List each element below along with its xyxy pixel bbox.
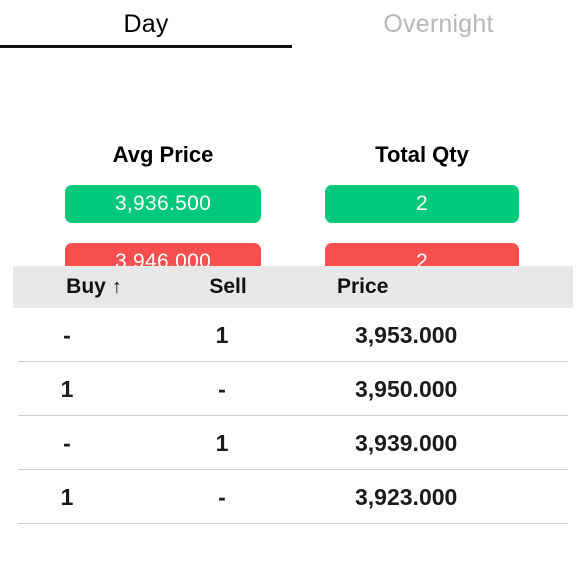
summary-header-avg-price: Avg Price: [112, 142, 214, 167]
tab-overnight[interactable]: Overnight: [292, 0, 585, 48]
column-header-sell[interactable]: Sell: [163, 266, 293, 308]
cell-buy: -: [63, 430, 71, 456]
row-divider: [18, 523, 568, 524]
summary-header-total-qty: Total Qty: [375, 142, 469, 167]
cell-price: 3,923.000: [355, 484, 458, 510]
cell-buy: -: [63, 322, 71, 348]
table-row[interactable]: - 1 3,953.000: [0, 308, 585, 362]
cell-sell: -: [218, 484, 226, 510]
cell-sell: -: [218, 376, 226, 402]
cell-buy: 1: [60, 376, 74, 402]
table-row[interactable]: 1 - 3,923.000: [0, 470, 585, 524]
column-header-buy[interactable]: Buy ↑: [39, 266, 149, 308]
column-header-buy-label: Buy: [66, 275, 106, 298]
buy-total-qty-pill: 2: [325, 185, 519, 223]
sort-ascending-icon: ↑: [111, 276, 122, 298]
table-row[interactable]: 1 - 3,950.000: [0, 362, 585, 416]
table-body: - 1 3,953.000 1 - 3,950.000 - 1 3,939.00…: [0, 308, 585, 524]
cell-price: 3,953.000: [355, 322, 458, 348]
summary-section: Avg Price Total Qty 3,936.500 2 3,946.00…: [0, 48, 585, 294]
tab-bar: Day Overnight: [0, 0, 585, 48]
cell-sell: 1: [215, 322, 229, 348]
table-header-row: Buy ↑ Sell Price: [13, 266, 573, 308]
buy-avg-price-pill: 3,936.500: [65, 185, 261, 223]
column-header-price[interactable]: Price: [337, 266, 497, 308]
cell-buy: 1: [60, 484, 74, 510]
table-row[interactable]: - 1 3,939.000: [0, 416, 585, 470]
cell-price: 3,939.000: [355, 430, 458, 456]
cell-sell: 1: [215, 430, 229, 456]
cell-price: 3,950.000: [355, 376, 458, 402]
tab-day[interactable]: Day: [0, 0, 292, 48]
